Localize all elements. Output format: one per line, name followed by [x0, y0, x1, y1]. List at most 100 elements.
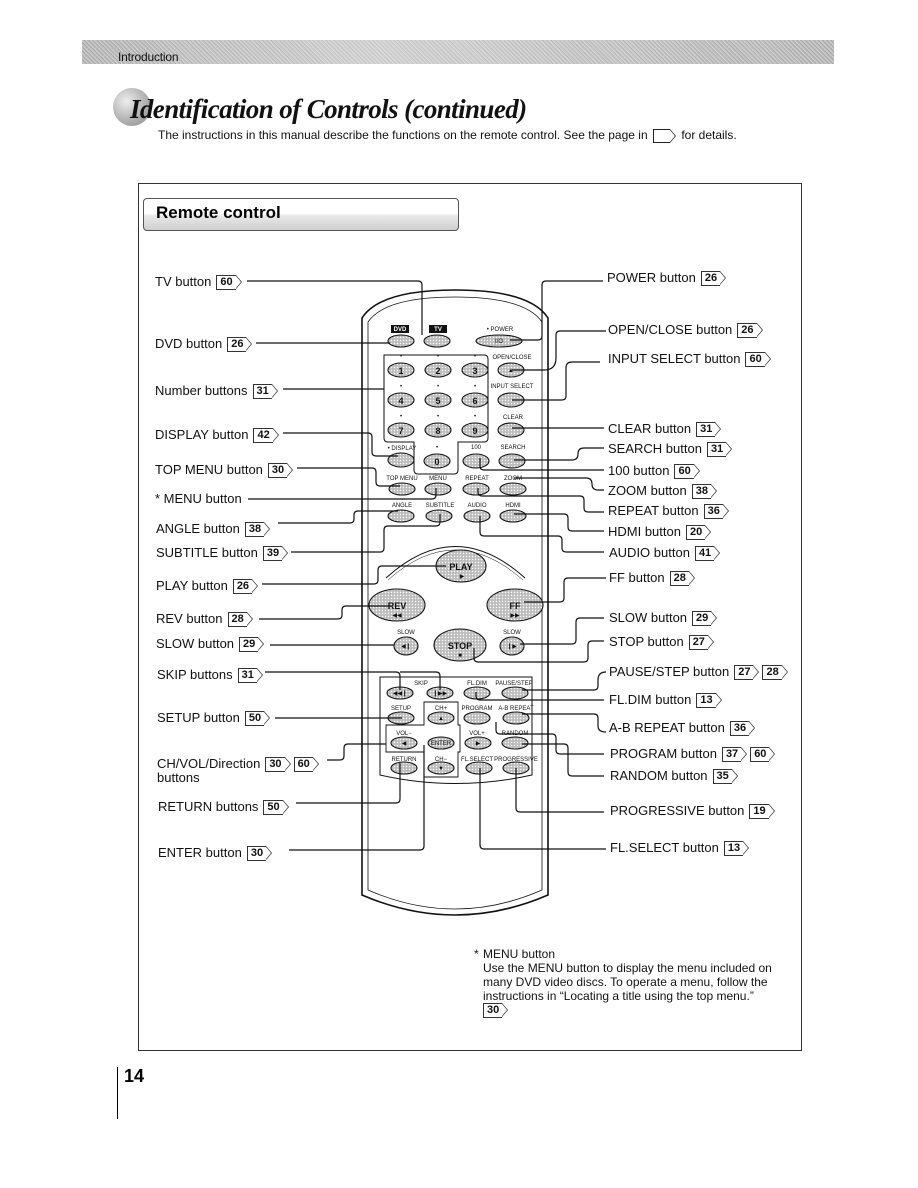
page-ref-badge[interactable]: 31 — [237, 668, 264, 683]
callout-label: TV button — [155, 274, 212, 289]
page-ref-badge[interactable]: 30 — [267, 463, 294, 478]
page-ref-badge[interactable]: 35 — [712, 769, 739, 784]
return-label: RETURN — [392, 757, 417, 763]
fl-dim-button[interactable] — [463, 686, 491, 700]
page-ref-badge[interactable]: 60 — [674, 464, 701, 479]
digit-dot: • — [474, 384, 476, 390]
audio-button[interactable] — [463, 509, 491, 523]
callout-label: * MENU button — [155, 491, 242, 506]
callout-label: PLAY button — [156, 578, 228, 593]
program-button[interactable] — [463, 711, 491, 725]
callout-label: RANDOM button — [610, 768, 708, 783]
callout-label: POWER button — [607, 270, 696, 285]
page-ref-badge[interactable]: 50 — [244, 711, 271, 726]
repeat-label: REPEAT — [465, 476, 489, 482]
ff-icon: ▶▶ — [510, 613, 520, 619]
page-ref-badge[interactable]: 19 — [749, 804, 775, 819]
ch-minus-label: CH− — [435, 757, 448, 763]
page-ref-badge[interactable]: 60 — [750, 747, 776, 762]
page-ref-badge[interactable]: 38 — [691, 484, 718, 499]
zoom-button[interactable] — [499, 482, 527, 496]
page-ref-badge[interactable]: 39 — [262, 546, 289, 561]
fl-select-button[interactable] — [465, 761, 493, 775]
zoom-label: ZOOM — [504, 476, 522, 482]
search-button[interactable] — [498, 453, 526, 469]
open-close-label: OPEN/CLOSE — [492, 355, 531, 361]
menu-button[interactable] — [424, 482, 452, 496]
page-ref-badge[interactable]: 31 — [696, 422, 722, 437]
random-button[interactable] — [501, 736, 529, 750]
subtitle-button[interactable] — [425, 509, 453, 523]
angle-label: ANGLE — [392, 503, 412, 509]
page-ref-badge[interactable]: 29 — [692, 611, 718, 626]
footnote-page-ref[interactable]: 30 — [483, 1003, 509, 1018]
display-button[interactable] — [387, 452, 415, 468]
page-ref-badge[interactable]: 29 — [239, 637, 265, 652]
callout-input-select-button: INPUT SELECT button 60 — [608, 351, 772, 367]
page-ref-badge[interactable]: 60 — [216, 275, 242, 290]
return-button[interactable] — [390, 761, 418, 775]
page-ref-badge[interactable]: 13 — [696, 693, 722, 708]
page-ref-badge[interactable]: 13 — [723, 841, 750, 856]
100-button[interactable] — [462, 453, 490, 469]
tv-button[interactable] — [423, 334, 451, 348]
callout-label: INPUT SELECT button — [608, 351, 741, 366]
page-ref-badge[interactable]: 26 — [232, 579, 259, 594]
fl-select-label: FL.SELECT — [461, 757, 493, 763]
slow-left-label: SLOW — [397, 630, 415, 636]
clear-button[interactable] — [497, 422, 525, 438]
stop-icon: ■ — [458, 653, 462, 659]
callout-number-buttons: Number buttons 31 — [155, 383, 279, 399]
callout-skip-buttons: SKIP buttons 31 — [157, 667, 264, 683]
page-ref-badge[interactable]: 26 — [227, 337, 253, 352]
hdmi-button[interactable] — [499, 509, 527, 523]
callout-fl-select-button: FL.SELECT button 13 — [610, 840, 750, 856]
page-ref-badge[interactable]: 60 — [745, 352, 772, 367]
dvd-button[interactable] — [387, 334, 415, 348]
callout-label: 100 button — [608, 463, 670, 478]
page-ref-badge[interactable]: 28 — [227, 612, 254, 627]
callout-label: RETURN buttons — [158, 799, 259, 814]
callout-setup-button: SETUP button 50 — [157, 710, 271, 726]
page-ref-badge[interactable]: 27 — [688, 635, 715, 650]
stop-button-glyph: STOP — [448, 641, 472, 651]
page-ref-badge[interactable]: 36 — [703, 504, 730, 519]
page-ref-badge[interactable]: 31 — [252, 384, 279, 399]
page-ref-badge[interactable]: 28 — [762, 665, 789, 680]
page-ref-badge[interactable]: 38 — [244, 522, 271, 537]
page-ref-badge[interactable]: 36 — [729, 721, 756, 736]
callout-label: ENTER button — [158, 845, 242, 860]
number-0-button-glyph: 0 — [434, 457, 439, 467]
page-ref-badge[interactable]: 30 — [265, 757, 291, 772]
page-ref-badge[interactable]: 41 — [694, 546, 721, 561]
page-ref-badge[interactable]: 27 — [734, 665, 760, 680]
pause-step-button[interactable] — [501, 686, 529, 700]
repeat-button[interactable] — [462, 482, 490, 496]
page-ref-badge[interactable]: 26 — [700, 271, 727, 286]
callout-menu-button: * MENU button — [155, 491, 242, 506]
callout-label-line2: buttons — [157, 770, 200, 785]
page-ref-badge[interactable]: 30 — [246, 846, 273, 861]
page-ref-badge[interactable]: 60 — [293, 757, 320, 772]
digit-dot: • — [474, 354, 476, 360]
callout-100-button: 100 button 60 — [608, 463, 701, 479]
top-menu-button[interactable] — [388, 482, 416, 496]
page-ref-badge[interactable]: 26 — [737, 323, 763, 338]
page-ref-badge[interactable]: 31 — [706, 442, 733, 457]
footnote-star: * — [474, 947, 479, 961]
page-ref-badge[interactable]: 28 — [669, 571, 696, 586]
callout-label: STOP button — [609, 634, 684, 649]
page-ref-badge[interactable]: 42 — [253, 428, 280, 443]
angle-button[interactable] — [387, 509, 415, 523]
digit-dot: • — [400, 384, 402, 390]
digit-dot: • — [474, 414, 476, 420]
callout-search-button: SEARCH button 31 — [608, 441, 733, 457]
page-ref-badge[interactable]: 37 — [721, 747, 748, 762]
page-ref-badge[interactable]: 20 — [685, 525, 712, 540]
callout-a-b-repeat-button: A-B REPEAT button 36 — [609, 720, 756, 736]
callout-ff-button: FF button 28 — [609, 570, 696, 586]
skip-label: SKIP — [414, 681, 428, 687]
callout-label: ZOOM button — [608, 483, 687, 498]
page-ref-badge[interactable]: 50 — [263, 800, 290, 815]
footnote-title: MENU button — [483, 947, 556, 961]
